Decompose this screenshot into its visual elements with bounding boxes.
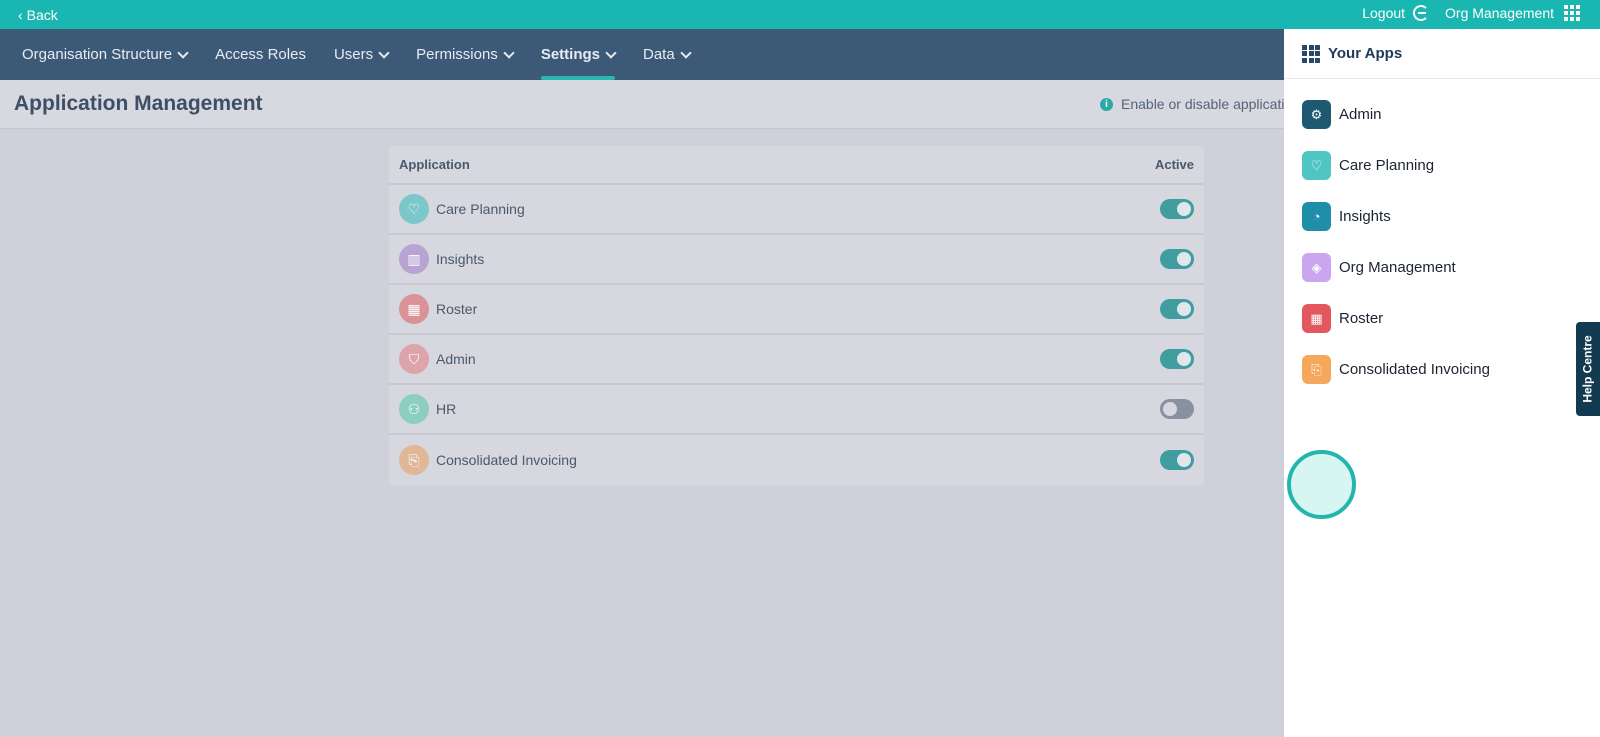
table-row: ▥ Insights <box>389 235 1204 285</box>
back-button[interactable]: ‹ Back <box>18 7 58 23</box>
heart-icon: ♡ <box>399 194 429 224</box>
app-name: Roster <box>436 301 478 317</box>
top-bar: ‹ Back Logout Org Management <box>0 0 1600 29</box>
chevron-down-icon <box>378 46 390 59</box>
table-row: ⛉ Admin <box>389 335 1204 385</box>
drawer-header: Your Apps <box>1284 29 1600 79</box>
bar-chart-icon: ▥ <box>399 244 429 274</box>
nav-label: Users <box>333 46 374 63</box>
page-header: Application Management i Enable or disab… <box>0 80 1284 129</box>
app-grid-icon[interactable] <box>1564 5 1580 21</box>
app-link[interactable]: ♡ Care Planning <box>1284 140 1600 191</box>
table-row: ▦ Roster <box>389 285 1204 335</box>
app-link-label: Insights <box>1339 208 1391 225</box>
shield-icon: ⛉ <box>399 344 429 374</box>
chevron-down-icon <box>605 46 617 59</box>
table-row: ⎘ Consolidated Invoicing <box>389 435 1204 485</box>
chevron-down-icon <box>680 46 692 59</box>
app-link-label: Org Management <box>1339 259 1456 276</box>
active-toggle[interactable] <box>1160 249 1194 269</box>
app-link[interactable]: ▦ Roster <box>1284 293 1600 344</box>
app-name: HR <box>436 401 457 417</box>
app-link[interactable]: ⎘ Consolidated Invoicing <box>1284 344 1600 395</box>
people-icon: ⚇ <box>399 394 429 424</box>
your-apps-drawer: Your Apps ⚙ Admin ♡ Care Planning ◔ Insights ◈… <box>1284 29 1600 737</box>
app-link-label: Care Planning <box>1339 157 1435 174</box>
calendar-icon: ▦ <box>1302 304 1331 333</box>
gear-icon: ⚙ <box>1302 100 1331 129</box>
table-header: Application Active <box>389 146 1204 185</box>
layers-icon: ◈ <box>1302 253 1331 282</box>
app-grid-icon <box>1302 44 1320 63</box>
pie-chart-icon: ◔ <box>1302 202 1331 231</box>
info-icon: i <box>1100 97 1113 111</box>
nav-access-roles[interactable]: Access Roles <box>215 29 306 80</box>
active-toggle[interactable] <box>1160 349 1194 369</box>
app-link[interactable]: ◈ Org Management <box>1284 242 1600 293</box>
app-link[interactable]: ⚙ Admin <box>1284 89 1600 140</box>
chevron-down-icon <box>503 46 515 59</box>
heart-icon: ♡ <box>1302 151 1331 180</box>
help-centre-tab[interactable]: Help Centre <box>1576 322 1600 416</box>
table-row: ⚇ HR <box>389 385 1204 435</box>
top-bar-actions: Logout Org Management <box>1362 5 1580 21</box>
logout-label: Logout <box>1362 5 1406 21</box>
column-application: Application <box>399 157 470 172</box>
app-link-label: Consolidated Invoicing <box>1339 361 1490 378</box>
column-active: Active <box>1154 157 1194 172</box>
back-label: Back <box>26 7 58 23</box>
app-name: Care Planning <box>436 201 525 217</box>
active-toggle[interactable] <box>1160 450 1194 470</box>
active-toggle[interactable] <box>1160 299 1194 319</box>
app-name: Admin <box>436 351 476 367</box>
invoice-icon: ⎘ <box>399 445 429 475</box>
logout-icon <box>1413 5 1430 21</box>
info-message: i Enable or disable applicati <box>1100 96 1284 112</box>
chevron-down-icon <box>177 46 189 59</box>
info-text: Enable or disable applicati <box>1121 96 1285 112</box>
nav-label: Settings <box>540 46 600 63</box>
table-row: ♡ Care Planning <box>389 185 1204 235</box>
active-toggle[interactable] <box>1160 199 1194 219</box>
page-title: Application Management <box>14 92 263 115</box>
nav-organisation-structure[interactable]: Organisation Structure <box>22 29 189 80</box>
chevron-left-icon: ‹ <box>18 7 23 23</box>
calendar-icon: ▦ <box>399 294 429 324</box>
nav-data[interactable]: Data <box>643 29 692 80</box>
active-toggle[interactable] <box>1160 399 1194 419</box>
application-table: Application Active ♡ Care Planning ▥ Insigh… <box>389 146 1204 485</box>
app-name: Consolidated Invoicing <box>436 452 577 468</box>
help-centre-label: Help Centre <box>1581 335 1596 403</box>
app-link-label: Admin <box>1339 106 1382 123</box>
nav-label: Permissions <box>416 46 498 63</box>
touch-indicator <box>1287 450 1356 519</box>
invoice-icon: ⎘ <box>1302 355 1331 384</box>
nav-settings[interactable]: Settings <box>540 29 617 80</box>
drawer-title: Your Apps <box>1328 45 1403 62</box>
app-link-label: Roster <box>1339 310 1384 327</box>
nav-label: Data <box>643 46 675 63</box>
app-link[interactable]: ◔ Insights <box>1284 191 1600 242</box>
app-name: Insights <box>436 251 485 267</box>
logout-button[interactable]: Logout <box>1362 5 1430 21</box>
nav-label: Access Roles <box>215 46 306 63</box>
app-list: ⚙ Admin ♡ Care Planning ◔ Insights ◈ Org Manage… <box>1284 79 1600 395</box>
nav-permissions[interactable]: Permissions <box>416 29 515 80</box>
current-app-name: Org Management <box>1445 5 1554 21</box>
nav-label: Organisation Structure <box>22 46 173 63</box>
nav-users[interactable]: Users <box>333 29 390 80</box>
